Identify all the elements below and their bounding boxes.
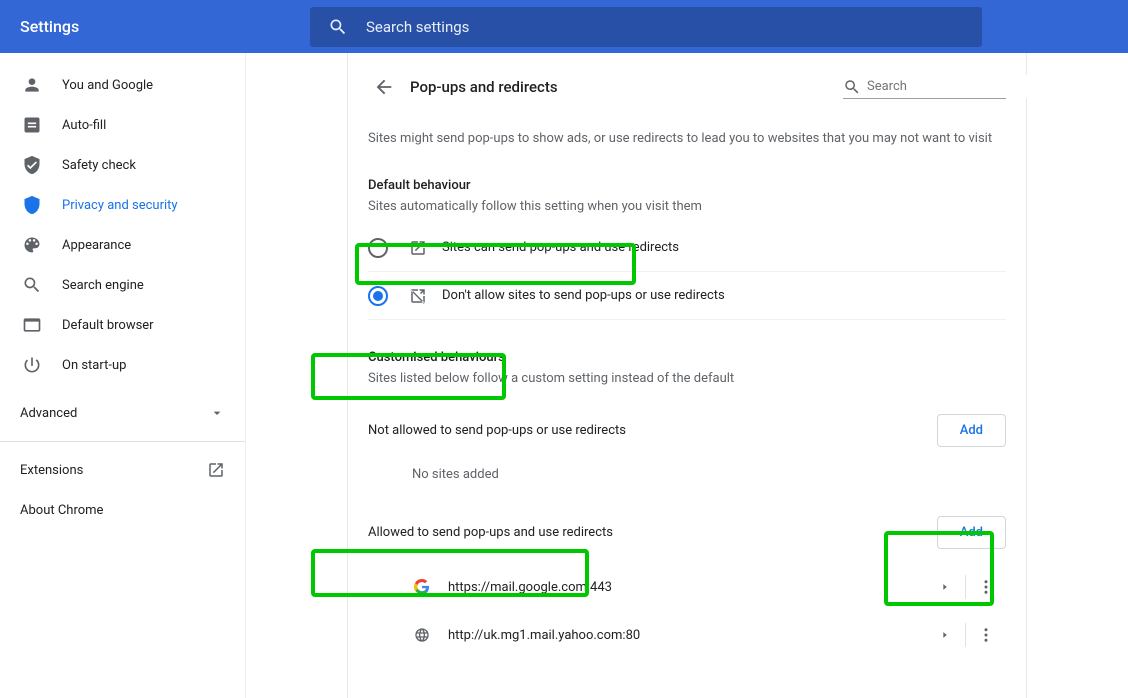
shield-check-icon xyxy=(20,155,44,175)
extensions-label: Extensions xyxy=(20,463,83,478)
search-icon xyxy=(843,78,861,96)
blocked-popup-icon xyxy=(408,287,428,305)
custom-behaviours-sub: Sites listed below follow a custom setti… xyxy=(368,365,1006,396)
browser-icon xyxy=(20,315,44,335)
palette-icon xyxy=(20,235,44,255)
add-allowed-button[interactable]: Add xyxy=(937,516,1006,549)
open-in-new-icon xyxy=(207,461,225,479)
open-in-new-icon xyxy=(408,239,428,257)
divider xyxy=(0,441,245,442)
site-url: https://mail.google.com:443 xyxy=(448,580,925,595)
autofill-icon xyxy=(20,115,44,135)
globe-icon xyxy=(412,625,432,645)
sidebar-item-label: Default browser xyxy=(62,318,154,333)
sidebar-item-label: On start-up xyxy=(62,358,126,373)
back-button[interactable] xyxy=(368,71,400,103)
sidebar-item-safety-check[interactable]: Safety check xyxy=(0,145,240,185)
search-icon xyxy=(328,17,348,37)
power-icon xyxy=(20,355,44,375)
header: Settings xyxy=(0,0,1128,53)
add-not-allowed-button[interactable]: Add xyxy=(937,414,1006,447)
page-search-input[interactable] xyxy=(867,75,1033,98)
radio-unselected-icon xyxy=(368,238,388,258)
sidebar-item-label: Privacy and security xyxy=(62,198,178,213)
site-row: https://mail.google.com:443 xyxy=(368,563,1006,611)
page-title: Pop-ups and redirects xyxy=(410,78,843,96)
search-icon xyxy=(20,275,44,295)
sidebar-item-label: Search engine xyxy=(62,278,144,293)
radio-block-popups[interactable]: Don't allow sites to send pop-ups or use… xyxy=(368,272,1006,320)
custom-behaviours-title: Customised behaviours xyxy=(368,336,505,365)
intro-text: Sites might send pop-ups to show ads, or… xyxy=(368,121,1006,164)
sidebar-advanced[interactable]: Advanced xyxy=(0,393,245,433)
site-detail-arrow[interactable] xyxy=(925,582,965,592)
google-favicon-icon xyxy=(412,577,432,597)
content: Pop-ups and redirects Sites might send p… xyxy=(347,53,1027,698)
default-behaviour-title: Default behaviour xyxy=(368,164,471,193)
sidebar-item-on-startup[interactable]: On start-up xyxy=(0,345,240,385)
sidebar-item-label: Appearance xyxy=(62,238,131,253)
radio-allow-label: Sites can send pop-ups and use redirects xyxy=(442,240,679,255)
site-url: http://uk.mg1.mail.yahoo.com:80 xyxy=(448,628,925,643)
site-detail-arrow[interactable] xyxy=(925,630,965,640)
sidebar-item-label: You and Google xyxy=(62,78,153,93)
sidebar: You and Google Auto-fill Safety check Pr… xyxy=(0,53,246,698)
no-sites-text: No sites added xyxy=(368,447,1006,482)
site-row: http://uk.mg1.mail.yahoo.com:80 xyxy=(368,611,1006,659)
advanced-label: Advanced xyxy=(20,406,77,421)
allowed-title: Allowed to send pop-ups and use redirect… xyxy=(368,525,613,540)
sidebar-item-search-engine[interactable]: Search engine xyxy=(0,265,240,305)
person-icon xyxy=(20,75,44,95)
sidebar-item-autofill[interactable]: Auto-fill xyxy=(0,105,240,145)
sidebar-item-appearance[interactable]: Appearance xyxy=(0,225,240,265)
about-label: About Chrome xyxy=(20,503,103,518)
sidebar-item-privacy[interactable]: Privacy and security xyxy=(0,185,240,225)
sidebar-item-label: Auto-fill xyxy=(62,118,106,133)
sidebar-extensions[interactable]: Extensions xyxy=(0,450,245,490)
radio-allow-popups[interactable]: Sites can send pop-ups and use redirects xyxy=(368,224,1006,272)
sidebar-about-chrome[interactable]: About Chrome xyxy=(0,490,245,530)
sidebar-item-label: Safety check xyxy=(62,158,136,173)
sidebar-item-default-browser[interactable]: Default browser xyxy=(0,305,240,345)
search-settings-input[interactable] xyxy=(366,18,964,36)
radio-selected-icon xyxy=(368,286,388,306)
shield-icon xyxy=(20,195,44,215)
search-settings-bar[interactable] xyxy=(310,7,982,47)
sidebar-item-you-and-google[interactable]: You and Google xyxy=(0,65,240,105)
site-more-menu[interactable] xyxy=(966,626,1006,644)
site-more-menu[interactable] xyxy=(966,578,1006,596)
page-search[interactable] xyxy=(843,75,1006,99)
not-allowed-title: Not allowed to send pop-ups or use redir… xyxy=(368,423,626,438)
radio-block-label: Don't allow sites to send pop-ups or use… xyxy=(442,288,725,303)
settings-title: Settings xyxy=(20,17,310,36)
default-behaviour-sub: Sites automatically follow this setting … xyxy=(368,193,1006,224)
chevron-down-icon xyxy=(209,405,225,421)
